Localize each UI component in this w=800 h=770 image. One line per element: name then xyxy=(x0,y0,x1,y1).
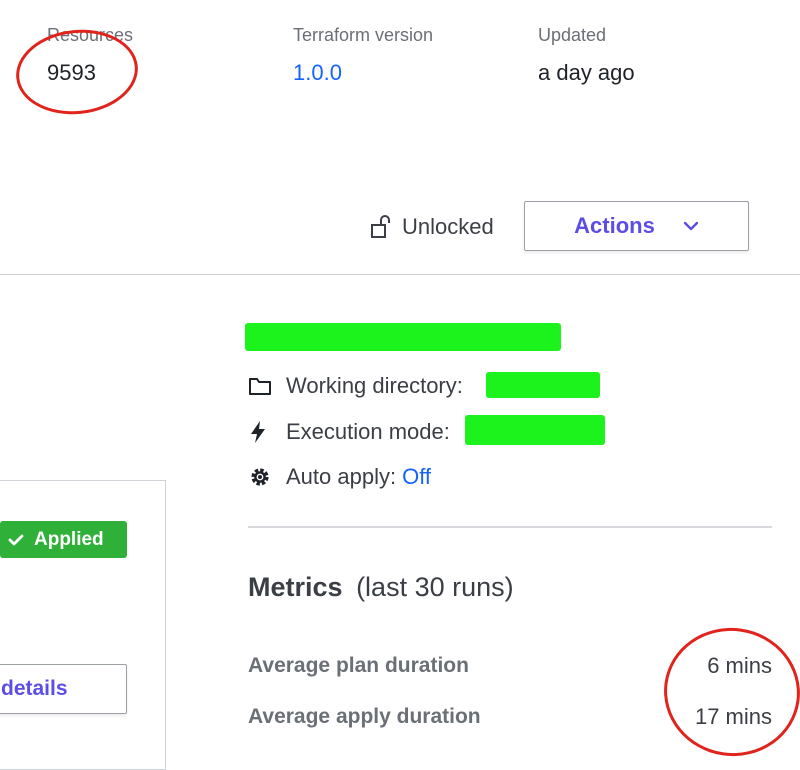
metrics-divider xyxy=(248,526,772,528)
metrics-subtitle: (last 30 runs) xyxy=(356,572,514,602)
actions-button[interactable]: Actions xyxy=(524,201,749,251)
working-directory-label: Working directory: xyxy=(286,373,463,398)
execution-mode-label: Execution mode: xyxy=(286,419,450,444)
updated-label: Updated xyxy=(538,25,607,45)
status-badge: Applied xyxy=(0,521,127,558)
check-icon xyxy=(8,533,24,547)
actions-button-label: Actions xyxy=(574,213,655,238)
annotation-circle-metrics xyxy=(655,619,800,765)
updated-value: a day ago xyxy=(538,60,635,85)
lightning-icon xyxy=(248,420,274,444)
auto-apply-value-link[interactable]: Off xyxy=(402,464,431,490)
see-details-button[interactable]: details xyxy=(0,664,127,714)
folder-icon xyxy=(248,376,274,396)
status-badge-label: Applied xyxy=(34,528,104,550)
lock-status: Unlocked xyxy=(370,214,494,240)
chevron-down-icon xyxy=(683,221,699,231)
lock-status-label: Unlocked xyxy=(402,214,494,239)
working-directory-row: Working directory: xyxy=(248,372,463,400)
metric-label-apply: Average apply duration xyxy=(248,705,481,728)
unlocked-icon xyxy=(370,215,392,239)
terraform-version-label: Terraform version xyxy=(293,25,434,45)
metrics-heading: Metrics (last 30 runs) xyxy=(248,572,514,603)
auto-apply-label: Auto apply: xyxy=(286,464,397,489)
metric-label-plan: Average plan duration xyxy=(248,654,469,677)
redacted-execution-mode xyxy=(465,415,605,445)
auto-apply-row: Auto apply: Off xyxy=(248,463,431,491)
header-divider xyxy=(0,274,800,275)
redacted-workspace-name xyxy=(245,323,561,351)
execution-mode-row: Execution mode: xyxy=(248,418,450,446)
terraform-version-link[interactable]: 1.0.0 xyxy=(293,60,342,86)
redacted-working-directory xyxy=(486,372,600,398)
metrics-title: Metrics xyxy=(248,572,343,602)
gear-icon xyxy=(248,465,274,489)
see-details-label: details xyxy=(1,677,68,700)
